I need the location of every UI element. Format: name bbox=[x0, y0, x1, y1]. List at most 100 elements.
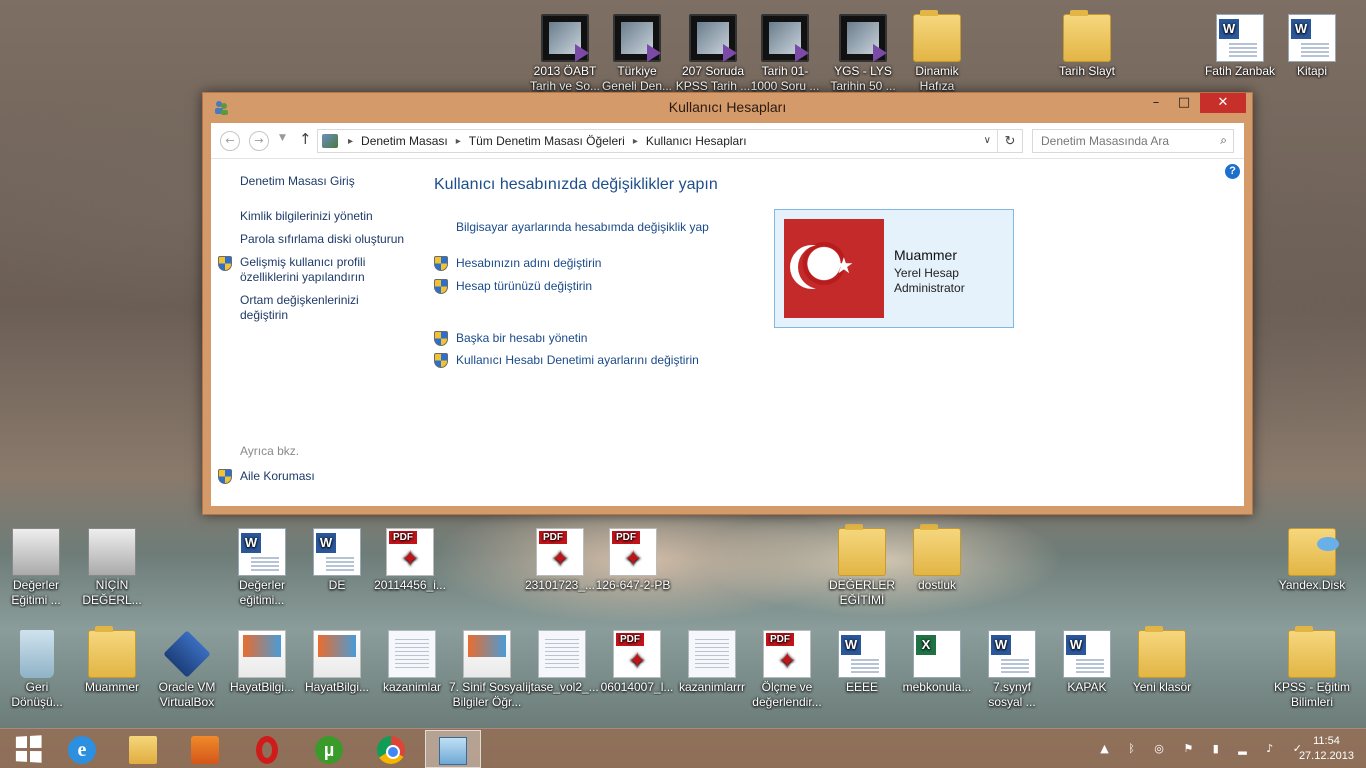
book-icon bbox=[463, 630, 511, 678]
sidebar-link-environment-variables[interactable]: Ortam değişkenlerinizi değiştirin bbox=[240, 293, 359, 323]
minimize-button[interactable]: – bbox=[1142, 93, 1170, 113]
taskbar-control-panel[interactable] bbox=[425, 730, 481, 768]
desktop-icon[interactable]: dostluk bbox=[897, 524, 977, 593]
taskbar-file-explorer[interactable] bbox=[115, 730, 171, 768]
desktop-icon[interactable]: YGS - LYS Tarihin 50 ... bbox=[823, 14, 903, 94]
manage-other-account-link[interactable]: Başka bir hesabı yönetin bbox=[456, 331, 587, 345]
breadcrumb-user-accounts[interactable]: Kullanıcı Hesapları bbox=[642, 134, 751, 148]
desktop-icon[interactable]: Tarih 01- 1000 Soru ... bbox=[745, 14, 825, 94]
thumb-icon bbox=[12, 528, 60, 576]
help-icon[interactable]: ? bbox=[1225, 164, 1240, 179]
desktop-icon-label: 7. Sinif Sosyal Bilgiler Öğr... bbox=[448, 680, 526, 709]
desktop-icon[interactable]: 207 Soruda KPSS Tarih ... bbox=[673, 14, 753, 94]
recent-locations-dropdown-icon[interactable]: ▼ bbox=[279, 133, 286, 143]
desktop-icon-label: HayatBilgi... bbox=[229, 680, 295, 694]
account-type: Yerel Hesap bbox=[894, 266, 959, 280]
desktop-icon[interactable]: Yandex.Disk bbox=[1272, 528, 1352, 593]
desktop-icon[interactable]: 2013 ÖABT Tarih ve So... bbox=[525, 14, 605, 94]
maximize-button[interactable]: □ bbox=[1170, 93, 1198, 113]
up-arrow-icon[interactable]: ↑ bbox=[299, 130, 312, 148]
change-account-type-link[interactable]: Hesap türünüzü değiştirin bbox=[456, 279, 592, 293]
desktop-icon[interactable]: DEĞERLER EĞİTİMİ bbox=[822, 524, 902, 608]
desktop-icon[interactable]: Muammer bbox=[72, 626, 152, 695]
desktop-icon-label: Fatih Zanbak bbox=[1204, 64, 1276, 78]
user-card[interactable]: ★ Muammer Yerel Hesap Administrator bbox=[774, 209, 1014, 328]
breadcrumb-all-items[interactable]: Tüm Denetim Masası Öğeleri bbox=[465, 134, 629, 148]
desktop-icon[interactable]: Tarih Slayt bbox=[1047, 10, 1127, 79]
sidebar-link-reset-disk[interactable]: Parola sıfırlama diski oluşturun bbox=[240, 232, 404, 246]
taskbar-utorrent[interactable]: µ bbox=[301, 730, 357, 768]
desktop-icon[interactable]: ijtase_vol2_... bbox=[522, 630, 602, 695]
star-icon: ★ bbox=[834, 253, 854, 278]
desktop-icon[interactable]: Yeni klasör bbox=[1122, 626, 1202, 695]
search-input[interactable]: Denetim Masasında Ara ⌕ bbox=[1032, 129, 1234, 153]
desktop-icon-label: 20114456_i... bbox=[374, 578, 446, 592]
address-dropdown-icon[interactable]: ∨ bbox=[978, 130, 998, 152]
desktop-icon[interactable]: NİÇİN DEĞERL... bbox=[72, 528, 152, 608]
pc-settings-link[interactable]: Bilgisayar ayarlarında hesabımda değişik… bbox=[456, 220, 709, 234]
breadcrumb-control-panel[interactable]: Denetim Masası bbox=[357, 134, 452, 148]
sidebar-home-link[interactable]: Denetim Masası Giriş bbox=[240, 174, 355, 188]
breadcrumb-separator[interactable]: ▸ bbox=[344, 136, 357, 147]
taskbar-internet-explorer[interactable]: e bbox=[54, 730, 110, 768]
taskbar-opera[interactable] bbox=[239, 730, 295, 768]
desktop-icon[interactable]: HayatBilgi... bbox=[222, 630, 302, 695]
desktop-icon[interactable]: HayatBilgi... bbox=[297, 630, 377, 695]
breadcrumb-separator[interactable]: ▸ bbox=[629, 136, 642, 147]
forward-arrow-icon[interactable]: → bbox=[249, 131, 269, 151]
uac-settings-link[interactable]: Kullanıcı Hesabı Denetimi ayarlarını değ… bbox=[456, 353, 699, 367]
close-button[interactable]: ✕ bbox=[1200, 93, 1246, 113]
desktop-icon-label: 06014007_l... bbox=[600, 680, 674, 694]
clock[interactable]: 11:54 27.12.2013 bbox=[1299, 734, 1354, 764]
desktop-icon[interactable]: Değerler Eğitimi ... bbox=[0, 528, 76, 608]
window-title: Kullanıcı Hesapları bbox=[668, 99, 787, 115]
desktop-icon[interactable]: KAPAK bbox=[1047, 630, 1127, 695]
search-icon[interactable]: ⌕ bbox=[1220, 133, 1227, 148]
desktop-icon[interactable]: Geri Dönüşü... bbox=[0, 630, 77, 710]
taskbar-chrome[interactable] bbox=[363, 730, 419, 768]
desktop-icon[interactable]: EEEE bbox=[822, 630, 902, 695]
clock-time: 11:54 bbox=[1313, 735, 1340, 747]
change-name-link[interactable]: Hesabınızın adını değiştirin bbox=[456, 256, 601, 270]
desktop-icon[interactable]: Oracle VM VirtualBox bbox=[147, 630, 227, 710]
sidebar-link-credentials[interactable]: Kimlik bilgilerinizi yönetin bbox=[240, 209, 373, 223]
desktop-icon[interactable]: KPSS - Eğitim Bilimleri bbox=[1272, 626, 1352, 710]
user-accounts-window: Kullanıcı Hesapları – □ ✕ ← → ▼ ↑ ▸ Dene… bbox=[202, 92, 1253, 515]
title-bar[interactable]: Kullanıcı Hesapları – □ ✕ bbox=[203, 93, 1252, 121]
folder-icon bbox=[129, 736, 157, 764]
doc-icon bbox=[388, 630, 436, 678]
folder-icon bbox=[913, 524, 961, 576]
folder-icon bbox=[1138, 626, 1186, 678]
word-icon bbox=[313, 528, 361, 576]
desktop-icon-label: ijtase_vol2_... bbox=[525, 680, 599, 694]
desktop-icon[interactable]: 7.synyf sosyal ... bbox=[972, 630, 1052, 710]
sidebar-link-advanced-profile[interactable]: Gelişmiş kullanıcı profili özelliklerini… bbox=[240, 255, 365, 285]
address-bar[interactable]: ▸ Denetim Masası ▸ Tüm Denetim Masası Öğ… bbox=[317, 129, 1023, 153]
desktop-icon[interactable]: 126-647-2-PB bbox=[593, 528, 673, 593]
desktop-icon[interactable]: Kitapi bbox=[1272, 14, 1352, 79]
desktop-icon[interactable]: mebkonula... bbox=[897, 630, 977, 695]
refresh-icon[interactable]: ↻ bbox=[998, 133, 1022, 149]
desktop-icon[interactable]: 20114456_i... bbox=[370, 528, 450, 593]
folder-icon bbox=[913, 10, 961, 62]
desktop-icon[interactable]: 06014007_l... bbox=[597, 630, 677, 695]
breadcrumb-separator[interactable]: ▸ bbox=[452, 136, 465, 147]
start-button[interactable] bbox=[0, 730, 56, 768]
desktop-icon[interactable]: Fatih Zanbak bbox=[1200, 14, 1280, 79]
desktop-icon[interactable]: 23101723_... bbox=[520, 528, 600, 593]
chrome-icon bbox=[377, 736, 405, 764]
desktop-icon[interactable]: Türkiye Geneli Den... bbox=[597, 14, 677, 94]
desktop-icon[interactable]: Değerler eğitimi... bbox=[222, 528, 302, 608]
family-safety-link[interactable]: Aile Koruması bbox=[240, 469, 315, 483]
back-arrow-icon[interactable]: ← bbox=[220, 131, 240, 151]
desktop-icon-label: Tarih Slayt bbox=[1058, 64, 1116, 78]
taskbar-media-player[interactable] bbox=[177, 730, 233, 768]
desktop-icon[interactable]: 7. Sinif Sosyal Bilgiler Öğr... bbox=[447, 630, 527, 710]
desktop-icon[interactable]: Dinamik Hafıza bbox=[897, 10, 977, 94]
system-tray[interactable]: ▲ ᛒ ◎ ⚑ ▮ ▂ ♪ ✓ bbox=[1100, 742, 1310, 755]
word-icon bbox=[838, 630, 886, 678]
desktop-icon[interactable]: kazanimlar bbox=[372, 630, 452, 695]
desktop-icon[interactable]: kazanimlarrr bbox=[672, 630, 752, 695]
desktop-icon[interactable]: DE bbox=[297, 528, 377, 593]
desktop-icon[interactable]: Ölçme ve değerlendir... bbox=[747, 630, 827, 710]
